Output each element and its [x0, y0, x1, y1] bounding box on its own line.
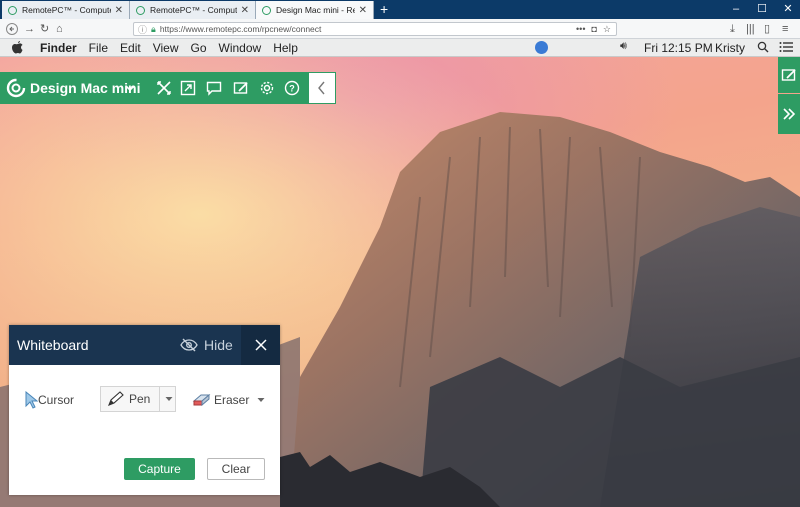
forward-arrow-icon[interactable]: → [24, 19, 35, 39]
window-maximize-button[interactable]: ☐ [750, 0, 774, 19]
menu-file[interactable]: File [89, 41, 108, 55]
chevron-down-icon[interactable] [120, 72, 140, 104]
pocket-icon[interactable]: ◘ [591, 24, 596, 35]
menu-clock[interactable]: Fri 12:15 PM [644, 41, 713, 55]
whiteboard-icon[interactable] [231, 72, 251, 104]
chat-icon[interactable] [204, 72, 224, 104]
cursor-label: Cursor [38, 393, 75, 407]
hamburger-menu-icon[interactable]: ≡ [782, 19, 788, 39]
eraser-label: Eraser [214, 393, 250, 407]
cursor-arrow-icon [25, 391, 38, 409]
hide-label: Hide [204, 337, 233, 353]
remotepc-logo-icon [6, 78, 26, 101]
remotepc-favicon-icon [136, 5, 145, 15]
library-icon[interactable]: ||| [746, 19, 755, 39]
whiteboard-icon [781, 69, 796, 81]
notification-center-icon[interactable] [779, 40, 793, 57]
double-chevron-right-icon [783, 108, 796, 120]
whiteboard-close-button[interactable] [241, 325, 280, 365]
whiteboard-hide-button[interactable]: Hide [180, 325, 233, 365]
caret-down-icon[interactable] [257, 397, 265, 403]
reload-icon[interactable]: ↻ [40, 19, 49, 39]
tab-label: Design Mac mini - RemotePC™ [276, 5, 355, 15]
download-icon[interactable]: ⤓ [730, 19, 735, 39]
volume-icon[interactable]: 🔊︎ [620, 40, 627, 53]
url-bar[interactable]: ⓘ 🔒︎ https://www.remotepc.com/rpcnew/con… [133, 22, 617, 36]
tab-close-icon[interactable]: ✕ [359, 5, 367, 16]
browser-tab-2[interactable]: RemotePC™ - Computers ✕ [130, 1, 256, 19]
lock-icon: 🔒︎ [151, 23, 156, 34]
menu-view[interactable]: View [153, 41, 179, 55]
pen-options-dropdown[interactable] [161, 386, 176, 412]
chevron-left-icon [318, 81, 325, 95]
pen-icon [108, 391, 124, 406]
browser-tab-3-active[interactable]: Design Mac mini - RemotePC™ ✕ [256, 1, 374, 19]
menu-window[interactable]: Window [219, 41, 262, 55]
eraser-tool[interactable]: Eraser [192, 390, 265, 410]
close-icon [254, 339, 267, 351]
pen-label: Pen [129, 392, 151, 406]
back-arrow-icon[interactable] [6, 19, 18, 39]
remotepc-favicon-icon [8, 5, 17, 15]
fullscreen-icon[interactable] [178, 72, 198, 104]
pen-divider [159, 386, 160, 412]
tab-close-icon[interactable]: ✕ [241, 5, 249, 16]
svg-text:?: ? [289, 84, 295, 94]
tools-icon[interactable] [154, 72, 174, 104]
menu-edit[interactable]: Edit [120, 41, 141, 55]
collapse-toolbar-button[interactable] [308, 72, 336, 104]
help-icon[interactable]: ? [282, 72, 302, 104]
url-text: https://www.remotepc.com/rpcnew/connect [159, 24, 322, 34]
bookmark-star-icon[interactable]: ☆ [603, 24, 611, 35]
pen-tool[interactable]: Pen [107, 389, 150, 409]
window-close-button[interactable]: ✕ [776, 0, 800, 19]
home-icon[interactable]: ⌂ [56, 19, 63, 39]
remote-status-icon[interactable] [535, 41, 548, 54]
apple-menu-icon[interactable] [12, 41, 26, 54]
capture-button[interactable]: Capture [124, 458, 195, 480]
page-actions-icon[interactable]: ••• [576, 24, 585, 35]
menu-finder[interactable]: Finder [40, 41, 77, 55]
side-whiteboard-button[interactable] [778, 57, 800, 93]
eye-slash-icon [180, 338, 198, 352]
whiteboard-title: Whiteboard [17, 337, 89, 353]
tab-label: RemotePC™ - Computers [150, 5, 237, 15]
menu-user[interactable]: Kristy [715, 41, 745, 55]
new-tab-button[interactable]: + [380, 0, 388, 19]
caret-down-icon [165, 397, 172, 401]
menu-help[interactable]: Help [273, 41, 298, 55]
browser-tab-1[interactable]: RemotePC™ - Computers ✕ [2, 1, 130, 19]
remotepc-favicon-icon [262, 5, 271, 15]
sidebar-icon[interactable]: ▯ [764, 19, 770, 39]
window-minimize-button[interactable]: – [724, 0, 748, 19]
spotlight-search-icon[interactable] [757, 40, 769, 57]
cursor-tool[interactable]: Cursor [24, 390, 74, 410]
side-expand-button[interactable] [778, 94, 800, 134]
info-icon[interactable]: ⓘ [138, 23, 147, 36]
eraser-icon [192, 394, 211, 406]
settings-gear-icon[interactable] [257, 72, 277, 104]
tab-label: RemotePC™ - Computers [22, 5, 111, 15]
tab-close-icon[interactable]: ✕ [115, 5, 123, 16]
clear-button[interactable]: Clear [207, 458, 265, 480]
menu-go[interactable]: Go [191, 41, 207, 55]
